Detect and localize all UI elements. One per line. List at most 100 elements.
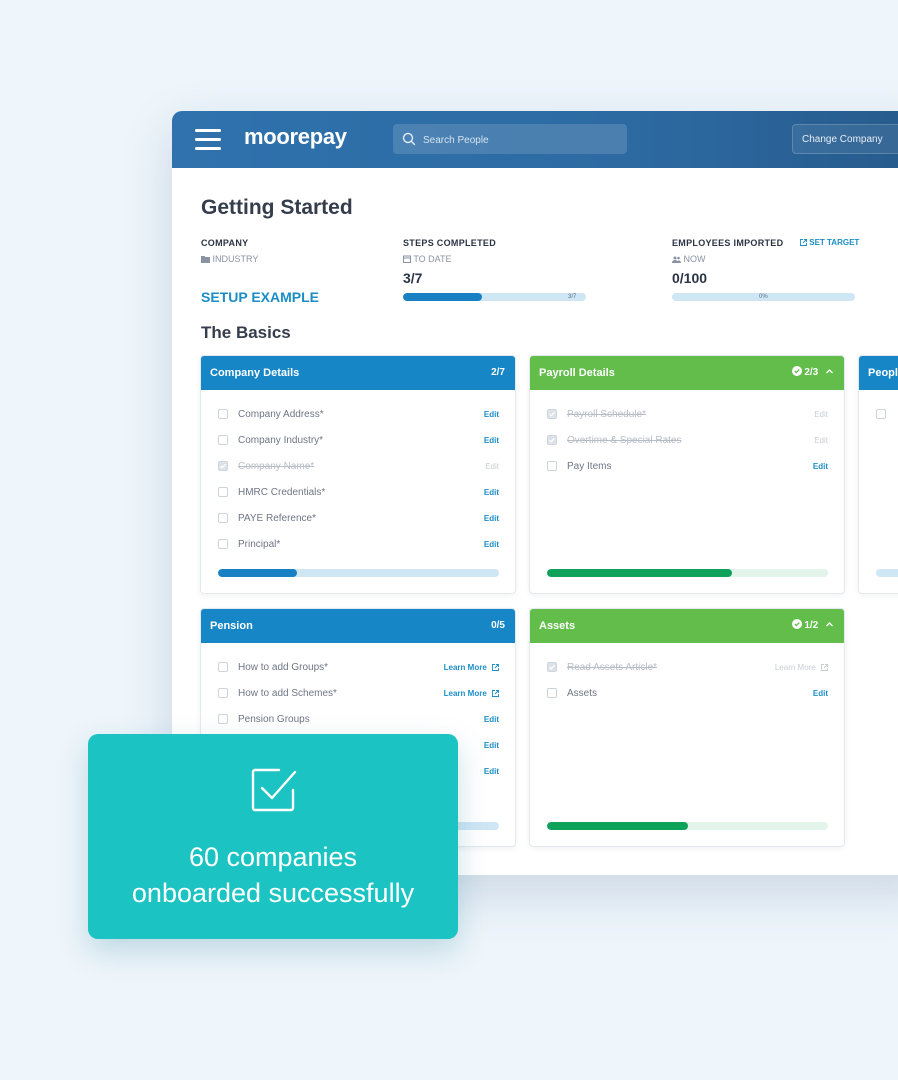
- checkbox[interactable]: [876, 409, 886, 419]
- chevron-up-icon[interactable]: [825, 367, 834, 376]
- search-input[interactable]: [421, 124, 625, 156]
- page-title: Getting Started: [201, 196, 353, 219]
- search-box[interactable]: [393, 124, 627, 156]
- action-label: Edit: [814, 436, 828, 445]
- edit-link[interactable]: Edit: [814, 408, 828, 421]
- item-label: Payroll Schedule*: [567, 409, 646, 420]
- item-label: How to add Schemes*: [238, 688, 337, 699]
- item-label: Company Industry*: [238, 435, 324, 446]
- list-item[interactable]: Pay Items Edit: [547, 460, 828, 474]
- success-toast: 60 companies onboarded successfully: [88, 734, 458, 939]
- edit-link[interactable]: Edit: [484, 739, 499, 752]
- checkbox[interactable]: [547, 409, 557, 419]
- checkbox[interactable]: [218, 688, 228, 698]
- checkbox[interactable]: [547, 662, 557, 672]
- checkbox[interactable]: [547, 435, 557, 445]
- card-progress-bar: [547, 822, 828, 830]
- card-progress-fill: [547, 569, 733, 577]
- list-item[interactable]: HMRC Credentials* Edit: [218, 486, 499, 500]
- employees-sub: NOW: [683, 254, 706, 264]
- edit-link[interactable]: Edit: [484, 512, 499, 525]
- company-name: SETUP EXAMPLE: [201, 289, 319, 305]
- card-count: 1/2: [804, 620, 819, 631]
- edit-link[interactable]: Edit: [484, 434, 499, 447]
- list-item[interactable]: How to add Groups* Learn More: [218, 661, 499, 675]
- card-header[interactable]: Pension 0/5: [201, 609, 515, 643]
- card-header[interactable]: Company Details 2/7: [201, 356, 515, 390]
- card-count-group: 2/3: [791, 356, 834, 390]
- people-card: People: [858, 355, 898, 594]
- list-item[interactable]: Company Address* Edit: [218, 408, 499, 422]
- steps-sub: TO DATE: [413, 254, 452, 264]
- edit-link[interactable]: Edit: [485, 460, 499, 473]
- company-details-card: Company Details 2/7 Company Address* Edit…: [200, 355, 516, 594]
- edit-link[interactable]: Edit: [484, 486, 499, 499]
- list-item[interactable]: Principal* Edit: [218, 538, 499, 552]
- toast-line-2: onboarded successfully: [131, 878, 415, 908]
- chevron-up-icon[interactable]: [825, 620, 834, 629]
- checkbox[interactable]: [218, 714, 228, 724]
- edit-link[interactable]: Edit: [813, 687, 828, 700]
- item-label: Overtime & Special Rates: [567, 435, 682, 446]
- list-item[interactable]: Assets Edit: [547, 687, 828, 701]
- check-icon: [549, 411, 555, 417]
- company-label: COMPANY: [201, 238, 249, 248]
- edit-link[interactable]: Edit: [813, 460, 828, 473]
- action-label: Edit: [483, 514, 499, 523]
- list-item[interactable]: PAYE Reference* Edit: [218, 512, 499, 526]
- item-label: Principal*: [238, 539, 281, 550]
- learn-more-link[interactable]: Learn More: [444, 661, 499, 674]
- edit-link[interactable]: Edit: [484, 713, 499, 726]
- folder-icon: [201, 256, 210, 263]
- card-title: Company Details: [210, 367, 300, 379]
- employees-label: EMPLOYEES IMPORTED: [672, 238, 784, 248]
- checkbox[interactable]: [218, 487, 228, 497]
- card-title: Pension: [210, 620, 253, 632]
- edit-link[interactable]: Edit: [484, 765, 499, 778]
- card-count: 0/5: [491, 620, 505, 631]
- checkbox[interactable]: [547, 461, 557, 471]
- employees-sub-row: NOW: [672, 254, 706, 264]
- list-item[interactable]: Overtime & Special Rates Edit: [547, 434, 828, 448]
- action-label: Edit: [483, 410, 499, 419]
- learn-more-link[interactable]: Learn More: [775, 661, 828, 674]
- card-count: 2/7: [491, 367, 505, 378]
- action-label: Learn More: [774, 663, 816, 672]
- card-header[interactable]: People: [859, 356, 898, 390]
- edit-link[interactable]: Edit: [814, 434, 828, 447]
- checkbox[interactable]: [218, 461, 228, 471]
- checkbox[interactable]: [218, 513, 228, 523]
- checkbox[interactable]: [218, 539, 228, 549]
- list-item[interactable]: Pension Groups Edit: [218, 713, 499, 727]
- list-item[interactable]: Company Industry* Edit: [218, 434, 499, 448]
- list-item[interactable]: Read Assets Article* Learn More: [547, 661, 828, 675]
- checkbox[interactable]: [218, 662, 228, 672]
- edit-link[interactable]: Edit: [484, 538, 499, 551]
- menu-icon[interactable]: [195, 129, 221, 151]
- list-item[interactable]: [876, 408, 898, 422]
- card-header[interactable]: Payroll Details 2/3: [530, 356, 844, 390]
- edit-link[interactable]: Edit: [484, 408, 499, 421]
- checkbox[interactable]: [547, 688, 557, 698]
- people-icon: [672, 256, 681, 263]
- card-header[interactable]: Assets 1/2: [530, 609, 844, 643]
- change-company-button[interactable]: Change Company: [792, 124, 898, 154]
- set-target-link[interactable]: SET TARGET: [800, 238, 859, 247]
- action-label: Edit: [483, 767, 499, 776]
- card-progress-bar: [876, 569, 898, 577]
- action-label: Edit: [483, 715, 499, 724]
- top-bar: moorepay Change Company: [172, 111, 898, 168]
- checkbox[interactable]: [218, 435, 228, 445]
- item-label: Company Name*: [238, 461, 315, 472]
- checkbox[interactable]: [218, 409, 228, 419]
- set-target-label: SET TARGET: [809, 238, 860, 247]
- steps-value: 3/7: [403, 270, 423, 286]
- action-label: Learn More: [443, 689, 487, 698]
- list-item[interactable]: Payroll Schedule* Edit: [547, 408, 828, 422]
- steps-progress-bar: 3/7: [403, 293, 586, 301]
- list-item[interactable]: How to add Schemes* Learn More: [218, 687, 499, 701]
- list-item[interactable]: Company Name* Edit: [218, 460, 499, 474]
- assets-card: Assets 1/2 Read Assets Article* Learn Mor…: [529, 608, 845, 847]
- learn-more-link[interactable]: Learn More: [444, 687, 499, 700]
- employees-value: 0/100: [672, 270, 708, 286]
